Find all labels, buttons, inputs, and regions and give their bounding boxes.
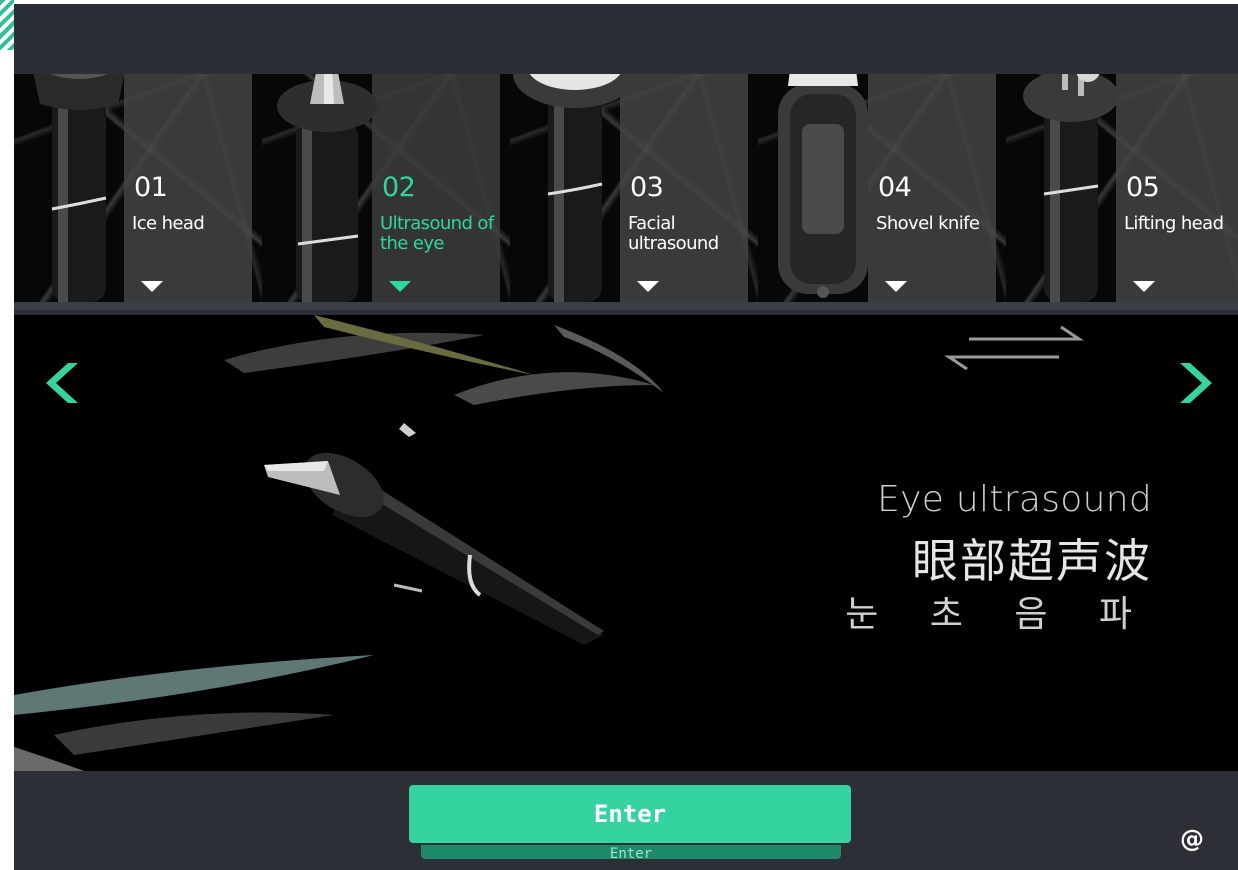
at-icon[interactable]: @ — [1180, 825, 1204, 853]
caret-down-icon — [637, 281, 659, 292]
head-name: Facial ultrasound — [628, 213, 719, 254]
caret-down-icon — [1133, 281, 1155, 292]
head-selector-strip: 01 Ice head 02 Ultrasound of the eye 03 … — [14, 4, 1238, 315]
enter-button-reflection: Enter — [421, 845, 841, 859]
chevron-right-icon — [1180, 363, 1212, 403]
lifting-head-product-image — [1023, 74, 1119, 302]
shovel-knife-product-image — [778, 74, 868, 298]
head-number: 04 — [878, 172, 912, 203]
head-number: 01 — [134, 172, 168, 203]
head-name: Shovel knife — [876, 213, 980, 234]
main-preview: Eye ultrasound 眼部超声波 눈 초 음 파 — [14, 315, 1238, 771]
facial-ultrasound-product-image — [513, 74, 637, 302]
swap-arrows-icon — [944, 325, 1084, 371]
strip-divider — [14, 302, 1238, 310]
ice-head-product-image — [33, 74, 125, 302]
chevron-left-icon — [46, 363, 78, 403]
head-title-english: Eye ultrasound — [877, 479, 1152, 520]
head-name: Ultrasound of the eye — [380, 213, 494, 254]
head-number: 03 — [630, 172, 664, 203]
eye-ultrasound-main-image — [264, 452, 604, 645]
previous-head-button[interactable] — [34, 351, 98, 415]
eye-ultrasound-product-image — [277, 74, 377, 302]
caret-down-icon — [885, 281, 907, 292]
caret-down-icon — [389, 281, 411, 292]
next-head-button[interactable] — [1160, 351, 1224, 415]
head-tile-eye-ultrasound[interactable]: 02 Ultrasound of the eye — [262, 74, 510, 302]
enter-button[interactable]: Enter — [409, 785, 851, 843]
head-tile-ice-head[interactable]: 01 Ice head — [14, 74, 262, 302]
app-frame: 01 Ice head 02 Ultrasound of the eye 03 … — [14, 4, 1238, 870]
head-tile-facial-ultrasound[interactable]: 03 Facial ultrasound — [510, 74, 758, 302]
head-title-chinese: 眼部超声波 — [912, 534, 1152, 588]
head-name: Lifting head — [1124, 213, 1224, 234]
head-tile-shovel-knife[interactable]: 04 Shovel knife — [758, 74, 1006, 302]
head-name: Ice head — [132, 213, 205, 234]
head-title-korean: 눈 초 음 파 — [845, 594, 1152, 635]
head-tile-lifting-head[interactable]: 05 Lifting head — [1006, 74, 1238, 302]
corner-stripes — [0, 0, 14, 50]
bottom-bar: Enter Enter @ — [14, 771, 1238, 870]
head-number: 05 — [1126, 172, 1160, 203]
head-number: 02 — [382, 172, 416, 203]
caret-down-icon — [141, 281, 163, 292]
